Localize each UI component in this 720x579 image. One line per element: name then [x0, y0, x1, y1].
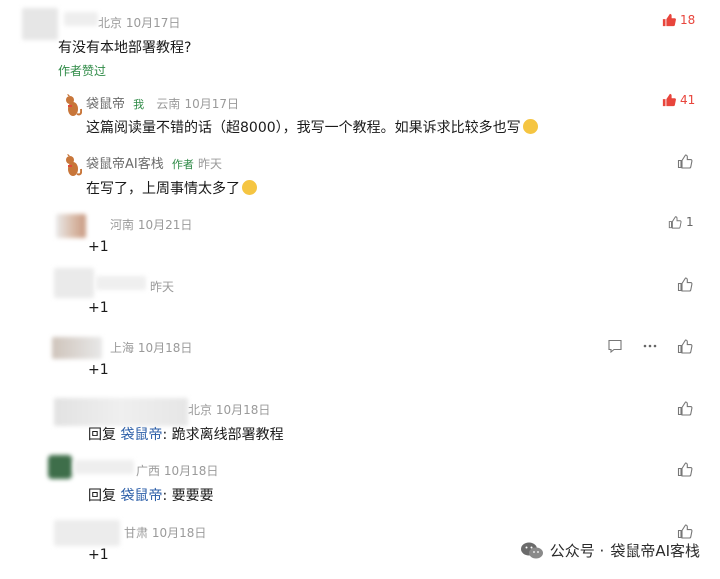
avatar-blurred — [54, 398, 188, 426]
comment-meta: 甘肃 10月18日 — [124, 526, 207, 540]
reply-date: 昨天 — [198, 157, 223, 171]
username-blurred — [64, 12, 98, 26]
reply-author[interactable]: 袋鼠帝 — [86, 97, 125, 112]
comment-text: +1 — [88, 547, 109, 563]
author-liked-badge: 作者赞过 — [58, 64, 107, 78]
avatar-blurred — [54, 268, 94, 298]
avatar-blurred — [22, 8, 58, 40]
watermark-name: 袋鼠帝AI客栈 — [610, 542, 700, 560]
like-count: 41 — [680, 93, 696, 107]
comment-meta: 北京 10月17日 — [98, 16, 181, 30]
thumbs-up-icon[interactable] — [677, 400, 693, 416]
more-icon[interactable] — [642, 338, 658, 354]
grimace-emoji-icon — [242, 180, 257, 195]
avatar-blurred — [54, 520, 120, 546]
thumbs-up-icon[interactable] — [677, 276, 693, 292]
watermark-prefix: 公众号 · — [549, 542, 605, 560]
thumbs-up-filled-icon — [662, 93, 676, 107]
thumbs-up-icon[interactable] — [677, 461, 693, 477]
reply-header: 袋鼠帝 我 云南 10月17日 — [86, 93, 239, 112]
username-blurred — [96, 276, 146, 290]
smile-emoji-icon — [522, 119, 538, 134]
kangaroo-avatar — [66, 154, 82, 176]
wechat-icon — [520, 542, 543, 558]
thumbs-up-icon — [668, 216, 682, 229]
watermark: 公众号 · 袋鼠帝AI客栈 — [520, 540, 700, 561]
comment-meta: 昨天 — [150, 280, 175, 294]
like-button[interactable]: 18 — [662, 13, 695, 27]
like-button[interactable]: 1 — [668, 215, 694, 229]
comment-meta: 上海 10月18日 — [110, 341, 193, 355]
comment-text: +1 — [88, 300, 109, 316]
comment-meta: 北京 10月18日 — [188, 403, 271, 417]
reply-prefix: 回复 — [88, 488, 116, 504]
reply-date: 10月17日 — [184, 97, 239, 111]
thumbs-up-filled-icon — [662, 13, 676, 27]
self-badge: 我 — [133, 98, 145, 111]
reply-to-user[interactable]: 袋鼠帝 — [120, 427, 162, 443]
reply-prefix: 回复 — [88, 427, 116, 443]
reply-header: 袋鼠帝AI客栈 作者 昨天 — [86, 153, 222, 172]
avatar-blurred — [56, 214, 86, 238]
comment-text: 回复 袋鼠帝: 要要要 — [88, 488, 214, 504]
username-blurred — [74, 460, 134, 474]
like-count: 18 — [680, 13, 696, 27]
comment-icon[interactable] — [607, 338, 623, 354]
avatar-blurred — [52, 337, 102, 359]
thumbs-up-icon[interactable] — [677, 523, 693, 539]
like-button[interactable]: 41 — [662, 93, 695, 107]
reply-text: 这篇阅读量不错的话（超8000），我写一个教程。如果诉求比较多也写 — [86, 117, 538, 137]
comment-meta: 河南 10月21日 — [110, 218, 193, 232]
reply-to-user[interactable]: 袋鼠帝 — [120, 488, 162, 504]
comment-text: +1 — [88, 239, 109, 255]
like-count: 1 — [686, 215, 694, 229]
comment-text: 有没有本地部署教程? — [58, 40, 192, 56]
comment-text: +1 — [88, 362, 109, 378]
kangaroo-avatar — [66, 94, 82, 116]
reply-region: 云南 — [156, 97, 181, 111]
avatar-blurred — [48, 455, 72, 479]
comment-meta: 广西 10月18日 — [136, 464, 219, 478]
author-badge: 作者 — [171, 158, 194, 171]
thumbs-up-icon[interactable] — [677, 153, 693, 169]
reply-text: 在写了，上周事情太多了 — [86, 178, 257, 198]
thumbs-up-icon[interactable] — [677, 338, 693, 354]
comment-text: 回复 袋鼠帝: 跪求离线部署教程 — [88, 427, 284, 443]
reply-author[interactable]: 袋鼠帝AI客栈 — [86, 157, 164, 172]
